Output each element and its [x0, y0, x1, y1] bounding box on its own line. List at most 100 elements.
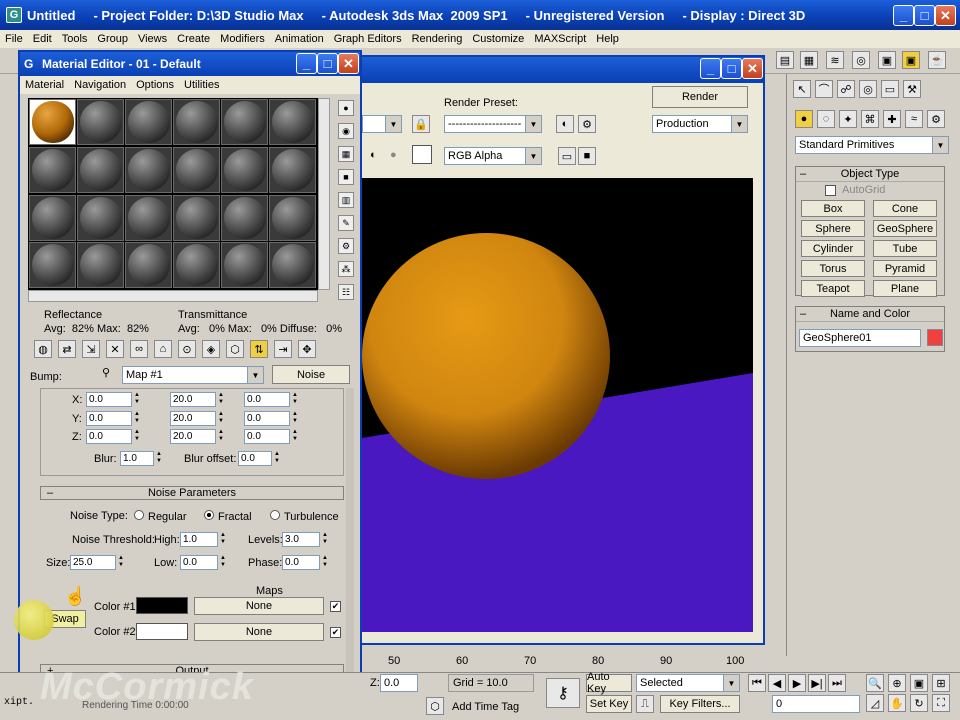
material-close-button[interactable]: ✕: [338, 53, 359, 74]
create-tab-icon[interactable]: ↖: [793, 80, 811, 98]
slots-horizontal-scrollbar[interactable]: [28, 290, 318, 302]
z-coordinate-field[interactable]: 0.0: [380, 674, 418, 692]
menu-file[interactable]: File: [0, 33, 28, 45]
lights-icon[interactable]: ✦: [839, 110, 857, 128]
options-icon[interactable]: ⚙: [338, 238, 354, 254]
tiling-z-spinner[interactable]: 20.0 ▲ ▼: [170, 429, 226, 444]
backlight-icon[interactable]: ◉: [338, 123, 354, 139]
render-frame-icon[interactable]: ▣: [902, 51, 920, 69]
sphere-button[interactable]: Sphere: [801, 220, 865, 237]
sample-slot[interactable]: [269, 242, 316, 289]
sample-slot[interactable]: [29, 99, 76, 145]
material-params-scrollbar[interactable]: [346, 388, 354, 678]
angle-z-spinner[interactable]: 0.0 ▲ ▼: [244, 429, 300, 444]
set-key-icon[interactable]: ⚷: [546, 678, 580, 708]
put-material-icon[interactable]: ⇄: [58, 340, 76, 358]
current-frame-field[interactable]: 0: [772, 695, 860, 713]
render-setup-icon[interactable]: ▣: [878, 51, 896, 69]
cylinder-button[interactable]: Cylinder: [801, 240, 865, 257]
get-material-icon[interactable]: ◍: [34, 340, 52, 358]
box-button[interactable]: Box: [801, 200, 865, 217]
plane-button[interactable]: Plane: [873, 280, 937, 297]
menu-views[interactable]: Views: [133, 33, 172, 45]
add-time-tag[interactable]: Add Time Tag: [452, 701, 519, 713]
slots-vertical-scrollbar[interactable]: [318, 98, 330, 290]
sample-slot[interactable]: [125, 242, 172, 289]
material-effects-icon[interactable]: ⊙: [178, 340, 196, 358]
size-spinner[interactable]: 25.0 ▲ ▼: [70, 555, 126, 570]
lock-icon[interactable]: 🔒: [412, 115, 430, 133]
channel-half-icon[interactable]: ◐: [370, 149, 377, 161]
angle-x-spinner[interactable]: 0.0 ▲ ▼: [244, 392, 300, 407]
auto-key-button[interactable]: Auto Key: [586, 671, 632, 695]
menu-help[interactable]: Help: [591, 33, 624, 45]
object-name-input[interactable]: GeoSphere01: [799, 329, 921, 347]
cameras-icon[interactable]: ⌘: [861, 110, 879, 128]
zoom-extents-icon[interactable]: ▣: [910, 674, 928, 692]
sample-slot[interactable]: [221, 194, 268, 241]
torus-button[interactable]: Torus: [801, 260, 865, 277]
sample-slot[interactable]: [29, 146, 76, 193]
zoom-icon[interactable]: 🔍: [866, 674, 884, 692]
offset-z-spinner[interactable]: 0.0 ▲ ▼: [86, 429, 142, 444]
menu-material[interactable]: Material: [20, 79, 69, 91]
sample-type-icon[interactable]: ●: [338, 100, 354, 116]
utilities-tab-icon[interactable]: ⚒: [903, 80, 921, 98]
reset-map-icon[interactable]: ✕: [106, 340, 124, 358]
cone-button[interactable]: Cone: [873, 200, 937, 217]
menu-graph-editors[interactable]: Graph Editors: [329, 33, 407, 45]
spacewarps-icon[interactable]: ≈: [905, 110, 923, 128]
layer-icon[interactable]: ▦: [800, 51, 818, 69]
key-mode-icon[interactable]: ⎍: [636, 695, 654, 713]
menu-group[interactable]: Group: [92, 33, 133, 45]
timeline[interactable]: 50 60 70 80 90 100: [362, 645, 782, 675]
minimize-button[interactable]: _: [893, 5, 914, 26]
menu-edit[interactable]: Edit: [28, 33, 57, 45]
render-button[interactable]: Render: [652, 86, 748, 108]
helpers-icon[interactable]: ✚: [883, 110, 901, 128]
save-preset-icon[interactable]: ◐: [556, 115, 574, 133]
channel-dropdown[interactable]: RGB Alpha ▼: [444, 147, 542, 165]
sample-slot[interactable]: [77, 194, 124, 241]
tiling-y-spinner[interactable]: 20.0 ▲ ▼: [170, 411, 226, 426]
schematic-icon[interactable]: ▤: [776, 51, 794, 69]
sample-slot[interactable]: [77, 146, 124, 193]
go-forward-sibling-icon[interactable]: ⇥: [274, 340, 292, 358]
environment-icon[interactable]: ⚙: [578, 115, 596, 133]
curve-editor-icon[interactable]: ≋: [826, 51, 844, 69]
render-maximize-button[interactable]: □: [721, 58, 742, 79]
zoom-extents-all-icon[interactable]: ⊞: [932, 674, 950, 692]
material-navigator-icon[interactable]: ☷: [338, 284, 354, 300]
color2-map-checkbox[interactable]: ✔: [330, 627, 341, 638]
close-button[interactable]: ✕: [935, 5, 956, 26]
offset-y-spinner[interactable]: 0.0 ▲ ▼: [86, 411, 142, 426]
menu-options[interactable]: Options: [131, 79, 179, 91]
high-spinner[interactable]: 1.0 ▲ ▼: [180, 532, 228, 547]
sample-slot[interactable]: [221, 242, 268, 289]
geosphere-button[interactable]: GeoSphere: [873, 220, 937, 237]
low-spinner[interactable]: 0.0 ▲ ▼: [180, 555, 228, 570]
menu-tools[interactable]: Tools: [57, 33, 93, 45]
sample-slot[interactable]: [125, 194, 172, 241]
production-dropdown[interactable]: Production ▼: [652, 115, 748, 133]
menu-navigation[interactable]: Navigation: [69, 79, 131, 91]
menu-maxscript[interactable]: MAXScript: [529, 33, 591, 45]
category-dropdown[interactable]: Standard Primitives ▼: [795, 136, 949, 154]
menu-customize[interactable]: Customize: [467, 33, 529, 45]
render-minimize-button[interactable]: _: [700, 58, 721, 79]
next-frame-icon[interactable]: ▶|: [808, 674, 826, 692]
geometry-icon[interactable]: ●: [795, 110, 813, 128]
video-color-icon[interactable]: ▥: [338, 192, 354, 208]
color2-swatch[interactable]: [136, 623, 188, 640]
make-preview-icon[interactable]: ✎: [338, 215, 354, 231]
maximize-button[interactable]: □: [914, 5, 935, 26]
shapes-icon[interactable]: ◌: [817, 110, 835, 128]
autogrid-checkbox[interactable]: AutoGrid: [825, 184, 885, 196]
go-to-parent-icon[interactable]: ⇅: [250, 340, 268, 358]
phase-spinner[interactable]: 0.0 ▲ ▼: [282, 555, 330, 570]
offset-x-spinner[interactable]: 0.0 ▲ ▼: [86, 392, 142, 407]
pan-icon[interactable]: ✋: [888, 694, 906, 712]
menu-animation[interactable]: Animation: [270, 33, 329, 45]
sample-slot[interactable]: [29, 242, 76, 289]
channel-dot-icon[interactable]: ●: [390, 149, 397, 161]
